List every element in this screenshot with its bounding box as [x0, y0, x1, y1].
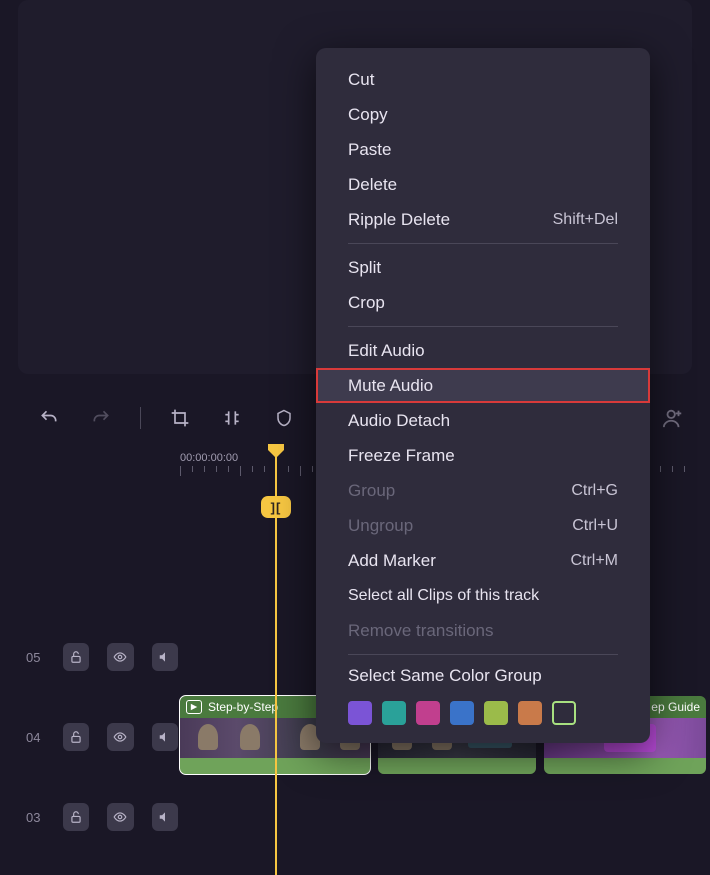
clip-title: ep Guide	[651, 700, 700, 714]
clip-audio-wave	[544, 758, 706, 774]
track-header-05: 05	[18, 640, 178, 674]
clip-title: Step-by-Step	[208, 700, 278, 714]
toolbar-divider	[140, 407, 141, 429]
clip-type-icon	[186, 700, 202, 714]
track-number: 03	[26, 810, 45, 825]
lock-track-button[interactable]	[63, 803, 89, 831]
color-swatch-none[interactable]	[552, 701, 576, 725]
visibility-track-button[interactable]	[107, 643, 133, 671]
lock-track-button[interactable]	[63, 643, 89, 671]
ctx-audio-detach[interactable]: Audio Detach	[316, 403, 650, 438]
ctx-ungroup: UngroupCtrl+U	[316, 508, 650, 543]
ctx-separator	[348, 326, 618, 327]
ctx-cut[interactable]: Cut	[316, 62, 650, 97]
mute-track-button[interactable]	[152, 803, 178, 831]
clip-audio-wave	[378, 758, 536, 774]
ctx-ripple-delete[interactable]: Ripple DeleteShift+Del	[316, 202, 650, 237]
color-swatch-magenta[interactable]	[416, 701, 440, 725]
ctx-paste[interactable]: Paste	[316, 132, 650, 167]
marker-button[interactable]	[271, 405, 297, 431]
color-swatch-purple[interactable]	[348, 701, 372, 725]
track-header-03: 03	[18, 800, 178, 834]
color-swatch-teal[interactable]	[382, 701, 406, 725]
lock-track-button[interactable]	[63, 723, 89, 751]
visibility-track-button[interactable]	[107, 723, 133, 751]
ctx-split[interactable]: Split	[316, 250, 650, 285]
ctx-edit-audio[interactable]: Edit Audio	[316, 333, 650, 368]
track-number: 04	[26, 730, 45, 745]
user-button[interactable]	[660, 405, 686, 431]
redo-button[interactable]	[88, 405, 114, 431]
ctx-delete[interactable]: Delete	[316, 167, 650, 202]
color-swatch-olive[interactable]	[484, 701, 508, 725]
playhead-handle[interactable]	[268, 444, 284, 458]
ctx-add-marker[interactable]: Add MarkerCtrl+M	[316, 543, 650, 578]
ctx-crop[interactable]: Crop	[316, 285, 650, 320]
track-header-04: 04	[18, 720, 178, 754]
ctx-color-group-label: Select Same Color Group	[316, 661, 650, 691]
ctx-separator	[348, 243, 618, 244]
color-swatch-orange[interactable]	[518, 701, 542, 725]
color-swatch-blue[interactable]	[450, 701, 474, 725]
ctx-select-all-track-clips[interactable]: Select all Clips of this track	[316, 578, 650, 613]
context-menu: Cut Copy Paste Delete Ripple DeleteShift…	[316, 48, 650, 743]
trim-badge[interactable]: ][	[261, 496, 291, 518]
ctx-mute-audio[interactable]: Mute Audio	[316, 368, 650, 403]
ctx-separator	[348, 654, 618, 655]
mute-track-button[interactable]	[152, 723, 178, 751]
undo-button[interactable]	[36, 405, 62, 431]
timecode-start: 00:00:00:00	[180, 452, 238, 464]
color-swatch-row	[316, 691, 650, 729]
track-number: 05	[26, 650, 45, 665]
ctx-freeze-frame[interactable]: Freeze Frame	[316, 438, 650, 473]
visibility-track-button[interactable]	[107, 803, 133, 831]
ctx-copy[interactable]: Copy	[316, 97, 650, 132]
split-button[interactable]	[219, 405, 245, 431]
crop-button[interactable]	[167, 405, 193, 431]
ctx-remove-transitions: Remove transitions	[316, 613, 650, 648]
mute-track-button[interactable]	[152, 643, 178, 671]
ctx-group: GroupCtrl+G	[316, 473, 650, 508]
